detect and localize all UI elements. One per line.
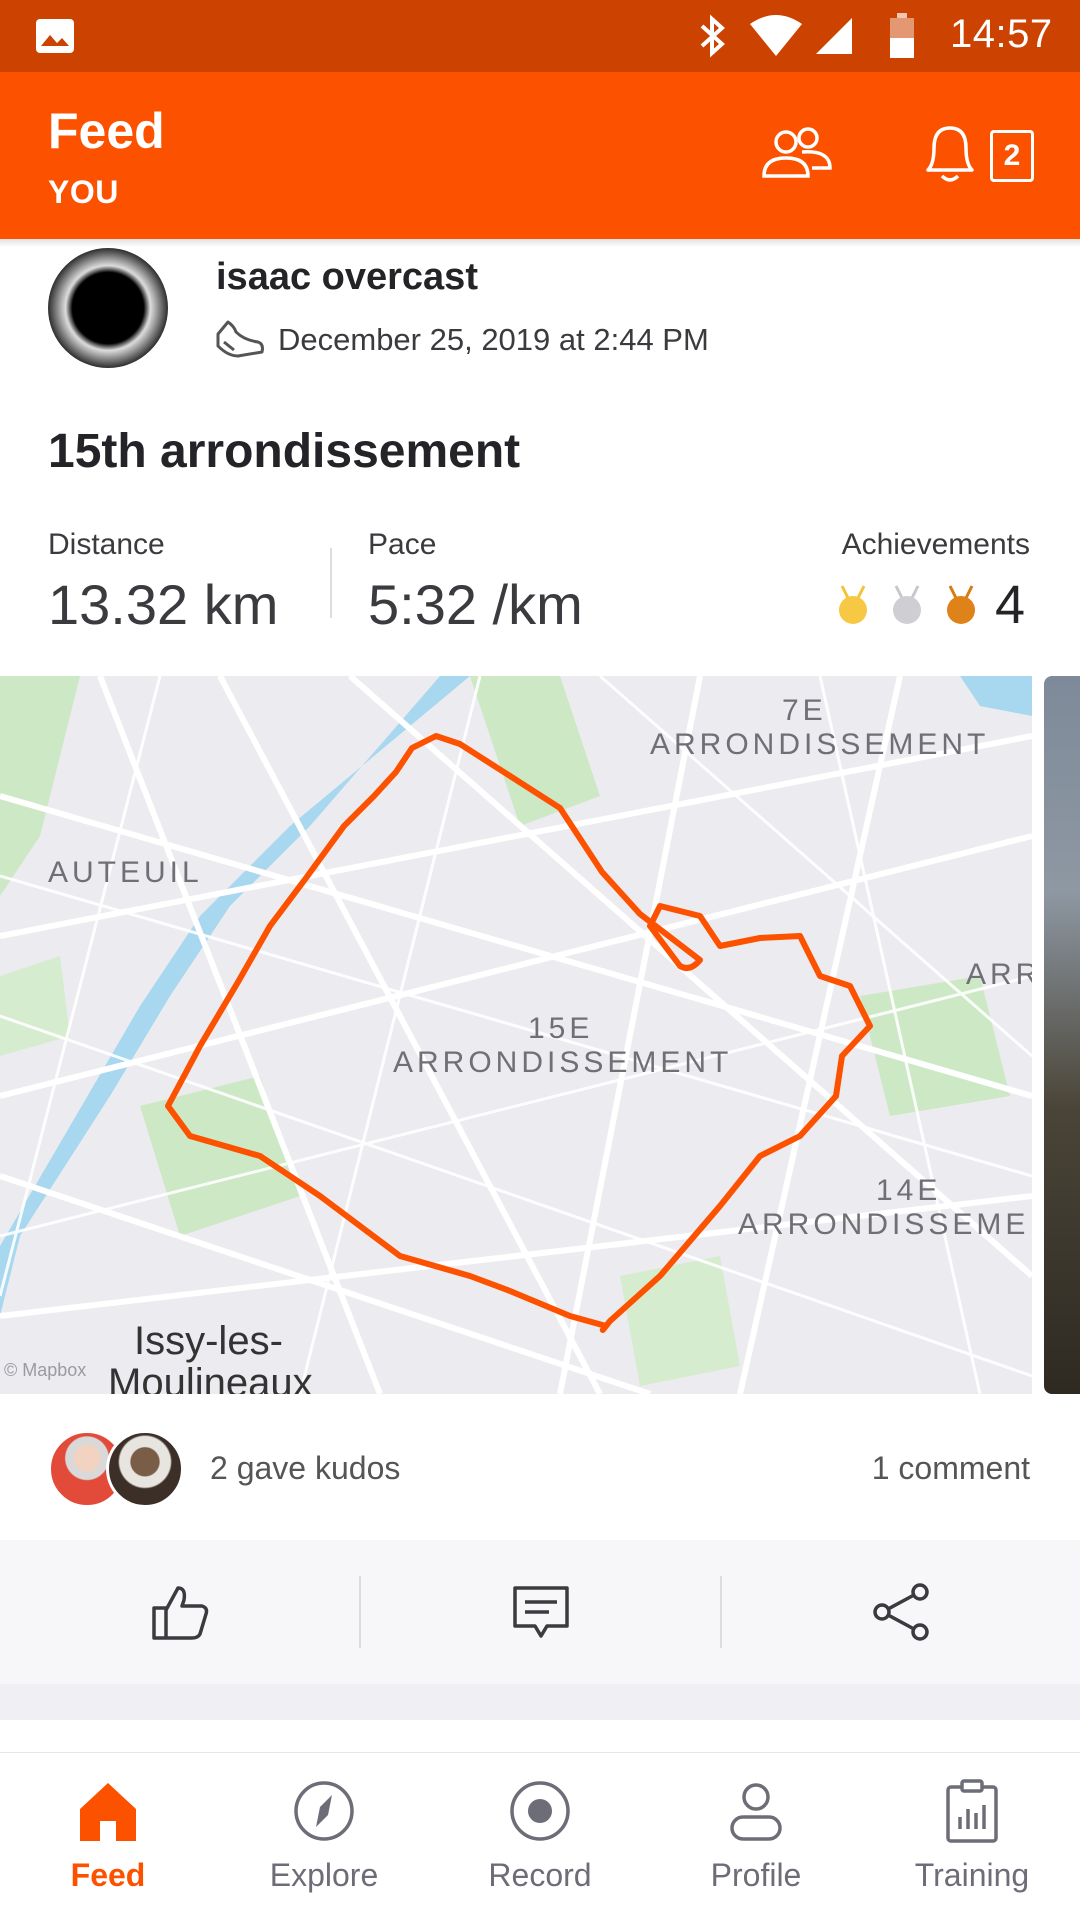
activity-action-bar: [0, 1540, 1080, 1684]
gold-medal-icon: [839, 585, 867, 624]
page-title: Feed: [48, 103, 165, 159]
nav-profile[interactable]: Profile: [648, 1753, 864, 1921]
nav-record-label: Record: [488, 1857, 592, 1893]
app-bar: Feed YOU 2: [0, 72, 1080, 247]
map-label-14e: 14E: [876, 1174, 942, 1207]
nav-training-label: Training: [914, 1857, 1030, 1893]
wifi-icon: [750, 15, 802, 56]
athlete-name[interactable]: isaac overcast: [216, 256, 478, 299]
bottom-navigation: Feed Explore Record Profile Training: [0, 1752, 1080, 1921]
find-friends-icon[interactable]: [760, 124, 834, 184]
kudos-button[interactable]: [0, 1540, 359, 1684]
notification-count-badge[interactable]: 2: [990, 130, 1034, 182]
notifications-bell-icon[interactable]: [920, 118, 980, 186]
comment-count[interactable]: 1 comment: [872, 1450, 1030, 1487]
map-label-arr: ARR: [966, 958, 1032, 991]
map-label-issy-2: Moulineaux: [108, 1361, 313, 1394]
battery-icon: [890, 13, 914, 58]
share-icon: [872, 1583, 929, 1641]
comment-button[interactable]: [361, 1540, 720, 1684]
map-label-issy: Issy-les-: [134, 1319, 283, 1363]
profile-icon: [730, 1783, 782, 1841]
activity-date: December 25, 2019 at 2:44 PM: [278, 322, 709, 357]
training-icon: [946, 1779, 998, 1843]
nav-training[interactable]: Training: [864, 1753, 1080, 1921]
nav-profile-label: Profile: [710, 1857, 802, 1893]
kudos-avatar[interactable]: [106, 1430, 184, 1508]
run-shoe-icon: [216, 320, 264, 358]
status-bar: 14:57: [0, 0, 1080, 72]
nav-explore-label: Explore: [269, 1857, 379, 1893]
map-attribution[interactable]: © Mapbox: [4, 1360, 86, 1381]
nav-feed-label: Feed: [70, 1857, 146, 1893]
silver-medal-icon: [893, 585, 921, 624]
stat-divider: [330, 548, 332, 618]
feed-divider: [0, 1684, 1080, 1720]
bronze-medal-icon: [947, 585, 975, 624]
distance-label: Distance: [48, 528, 165, 561]
map-label-15e-name: ARRONDISSEMENT: [393, 1046, 733, 1079]
feed-filter-you[interactable]: YOU: [48, 174, 119, 211]
map-label-7e: 7E: [782, 694, 827, 727]
app-bar-shadow: [0, 239, 1080, 247]
activity-map[interactable]: 7E ARRONDISSEMENT AUTEUIL ARR 15E ARROND…: [0, 676, 1032, 1394]
map-label-14e-name: ARRONDISSEMEI: [738, 1208, 1032, 1241]
activity-title[interactable]: 15th arrondissement: [48, 424, 520, 479]
comment-icon: [512, 1586, 569, 1638]
nav-record[interactable]: Record: [432, 1753, 648, 1921]
nav-explore[interactable]: Explore: [216, 1753, 432, 1921]
compass-icon: [294, 1781, 354, 1841]
nav-feed[interactable]: Feed: [0, 1753, 216, 1921]
bluetooth-icon: [700, 14, 725, 58]
record-icon: [510, 1781, 570, 1841]
distance-value: 13.32 km: [48, 573, 279, 636]
signal-icon: [816, 18, 852, 54]
activity-photo-preview[interactable]: [1044, 676, 1080, 1394]
kudos-count[interactable]: 2 gave kudos: [210, 1450, 400, 1487]
home-icon: [80, 1783, 136, 1841]
gallery-icon: [36, 19, 74, 53]
thumbs-up-icon: [151, 1586, 208, 1640]
athlete-avatar[interactable]: [48, 248, 168, 368]
map-label-7e-name: ARRONDISSEMENT: [650, 728, 990, 761]
map-label-auteuil: AUTEUIL: [48, 856, 203, 889]
pace-value: 5:32 /km: [368, 573, 583, 636]
achievements-label: Achievements: [841, 528, 1030, 561]
pace-label: Pace: [368, 528, 437, 561]
map-graphic: [0, 676, 1032, 1394]
achievements-count: 4: [995, 575, 1026, 635]
map-label-15e: 15E: [528, 1012, 594, 1045]
share-button[interactable]: [722, 1540, 1080, 1684]
status-time: 14:57: [950, 12, 1053, 56]
